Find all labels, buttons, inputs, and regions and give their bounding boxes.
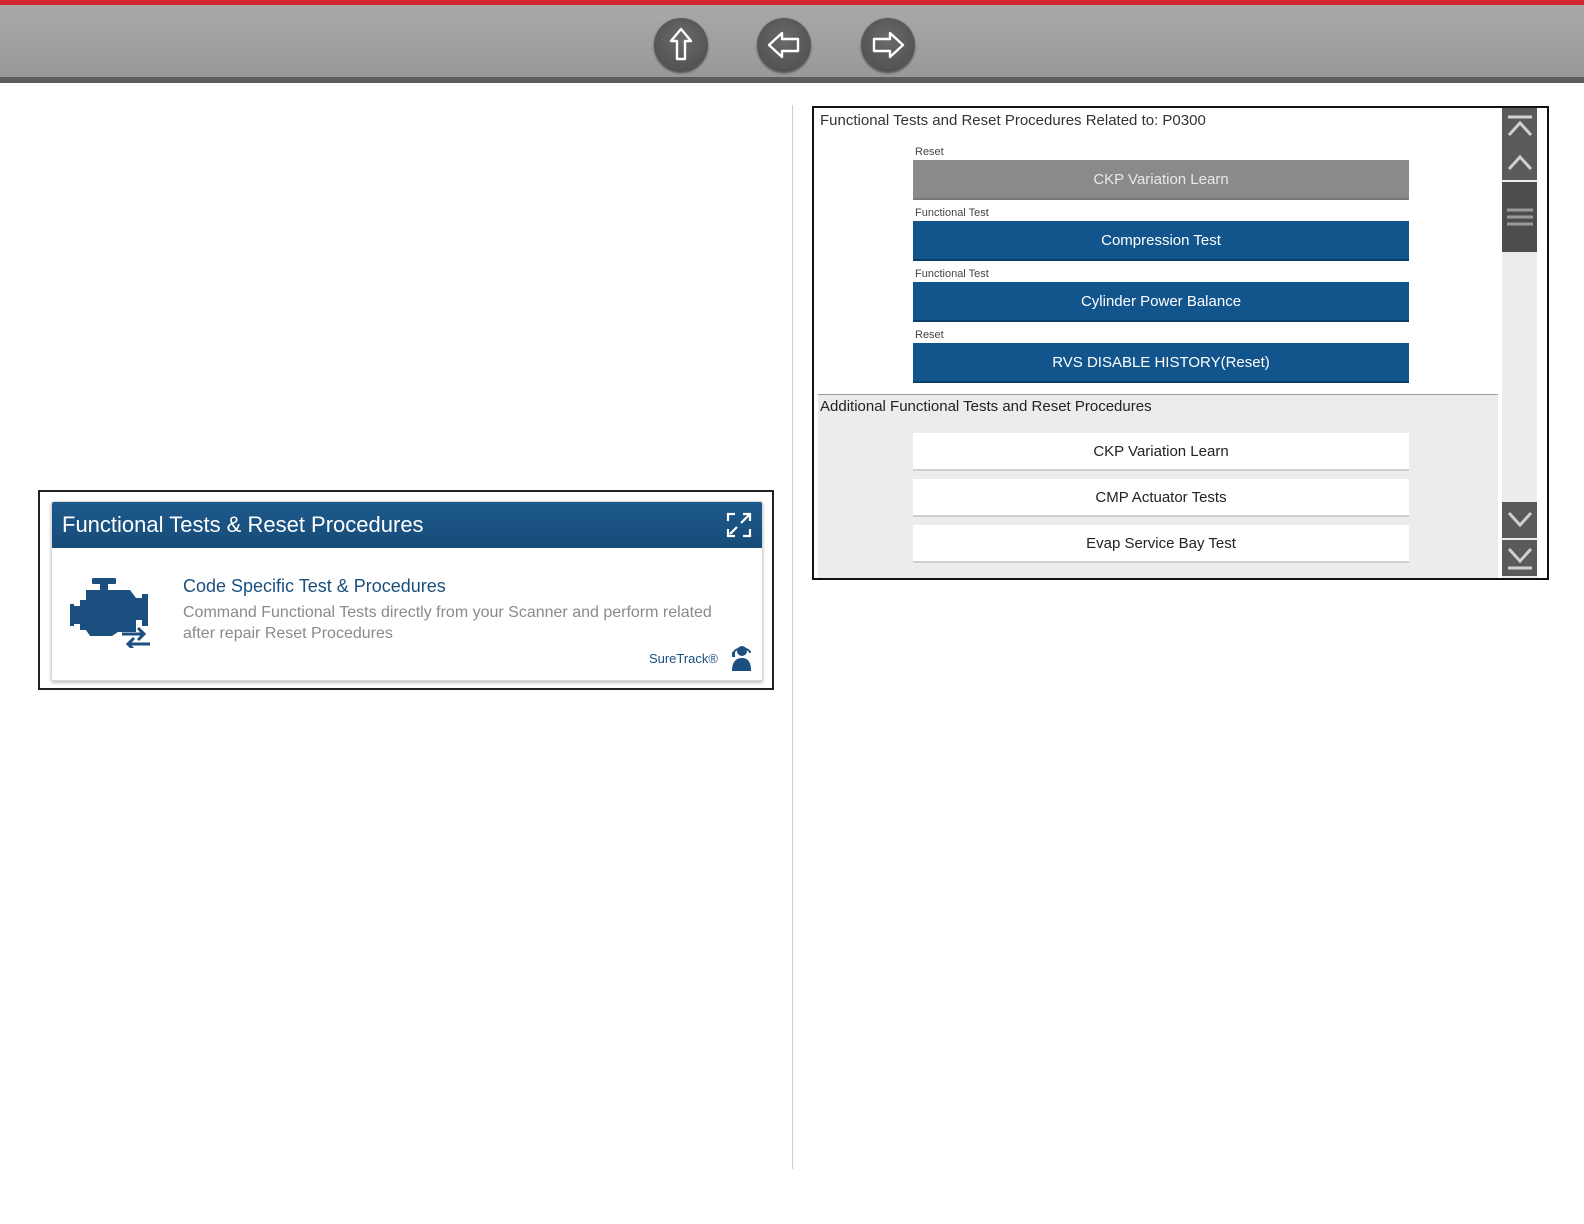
expand-icon[interactable] bbox=[726, 512, 752, 538]
grip-icon bbox=[1506, 208, 1533, 226]
engine-icon bbox=[70, 578, 150, 648]
cylinder-power-balance-button[interactable]: Cylinder Power Balance bbox=[913, 282, 1409, 322]
related-procedures-title: Functional Tests and Reset Procedures Re… bbox=[820, 112, 1206, 129]
card-header-title: Functional Tests & Reset Procedures bbox=[62, 512, 424, 537]
right-arrow-icon bbox=[872, 31, 905, 59]
card-body: Code Specific Test & Procedures Command … bbox=[52, 548, 762, 680]
procedure-type-label: Reset bbox=[915, 329, 944, 341]
scroll-to-bottom-button[interactable] bbox=[1502, 540, 1537, 576]
procedures-screen: Functional Tests and Reset Procedures Re… bbox=[812, 106, 1549, 580]
additional-evap-service-bay-test-button[interactable]: Evap Service Bay Test bbox=[913, 525, 1409, 563]
back-button[interactable] bbox=[757, 18, 811, 72]
top-nav-bar bbox=[0, 0, 1584, 83]
scroll-down-button[interactable] bbox=[1502, 502, 1537, 538]
scroll-to-top-button[interactable] bbox=[1502, 108, 1537, 144]
up-arrow-icon bbox=[669, 27, 693, 61]
functional-tests-card[interactable]: Functional Tests & Reset Procedures Code… bbox=[51, 501, 763, 681]
additional-procedures-section: Additional Functional Tests and Reset Pr… bbox=[818, 394, 1498, 578]
card-header: Functional Tests & Reset Procedures bbox=[52, 502, 762, 548]
procedure-type-label: Functional Test bbox=[915, 268, 989, 280]
procedure-type-label: Reset bbox=[915, 146, 944, 158]
ckp-variation-learn-button[interactable]: CKP Variation Learn bbox=[913, 160, 1409, 200]
procedure-type-label: Functional Test bbox=[915, 207, 989, 219]
suretrack-user-icon bbox=[732, 646, 751, 671]
left-arrow-icon bbox=[767, 31, 800, 59]
chevron-down-icon bbox=[1507, 511, 1532, 528]
suretrack-label: SureTrack® bbox=[648, 651, 718, 666]
additional-ckp-variation-learn-button[interactable]: CKP Variation Learn bbox=[913, 433, 1409, 471]
vertical-scrollbar[interactable] bbox=[1502, 108, 1537, 578]
additional-procedures-title: Additional Functional Tests and Reset Pr… bbox=[820, 398, 1152, 415]
card-screenshot-frame: Functional Tests & Reset Procedures Code… bbox=[38, 490, 774, 690]
compression-test-button[interactable]: Compression Test bbox=[913, 221, 1409, 261]
additional-cmp-actuator-tests-button[interactable]: CMP Actuator Tests bbox=[913, 479, 1409, 517]
scroll-bottom-icon bbox=[1507, 547, 1532, 570]
forward-button[interactable] bbox=[861, 18, 915, 72]
home-button[interactable] bbox=[654, 18, 708, 72]
chevron-up-icon bbox=[1507, 154, 1532, 171]
column-divider bbox=[792, 105, 793, 1169]
scroll-up-button[interactable] bbox=[1502, 144, 1537, 180]
scroll-top-icon bbox=[1507, 115, 1532, 137]
card-title: Code Specific Test & Procedures bbox=[183, 576, 446, 596]
card-description: Command Functional Tests directly from y… bbox=[183, 604, 712, 642]
rvs-disable-history-button[interactable]: RVS DISABLE HISTORY(Reset) bbox=[913, 343, 1409, 383]
scroll-thumb[interactable] bbox=[1502, 182, 1537, 252]
